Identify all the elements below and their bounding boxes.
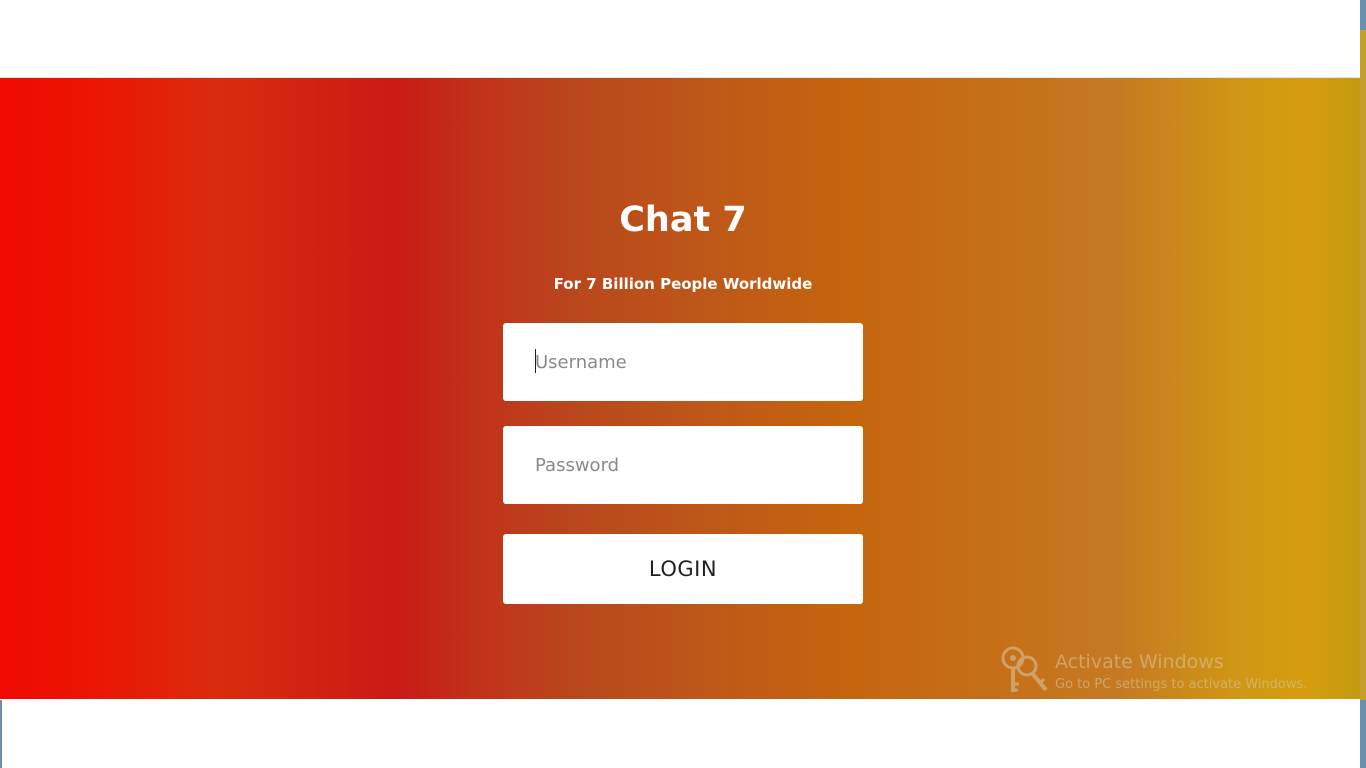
app-title: Chat 7	[619, 200, 747, 240]
app-tagline: For 7 Billion People Worldwide	[553, 275, 813, 293]
text-cursor	[535, 349, 536, 373]
footer-bar	[1, 699, 1360, 768]
login-button[interactable]: LOGIN	[503, 534, 863, 604]
header-bar	[1, 0, 1361, 78]
window-edge-strip-left	[0, 700, 2, 768]
activate-windows-watermark: Activate Windows Go to PC settings to ac…	[1000, 644, 1330, 696]
key-icon	[1001, 646, 1048, 692]
watermark-title: Activate Windows	[1055, 651, 1224, 673]
window-edge-strip	[1360, 0, 1366, 768]
watermark-subtitle: Go to PC settings to activate Windows.	[1055, 677, 1308, 692]
login-page: Chat 7 For 7 Billion People Worldwide LO…	[0, 0, 1366, 768]
username-input[interactable]	[503, 323, 863, 401]
password-input[interactable]	[503, 426, 863, 504]
